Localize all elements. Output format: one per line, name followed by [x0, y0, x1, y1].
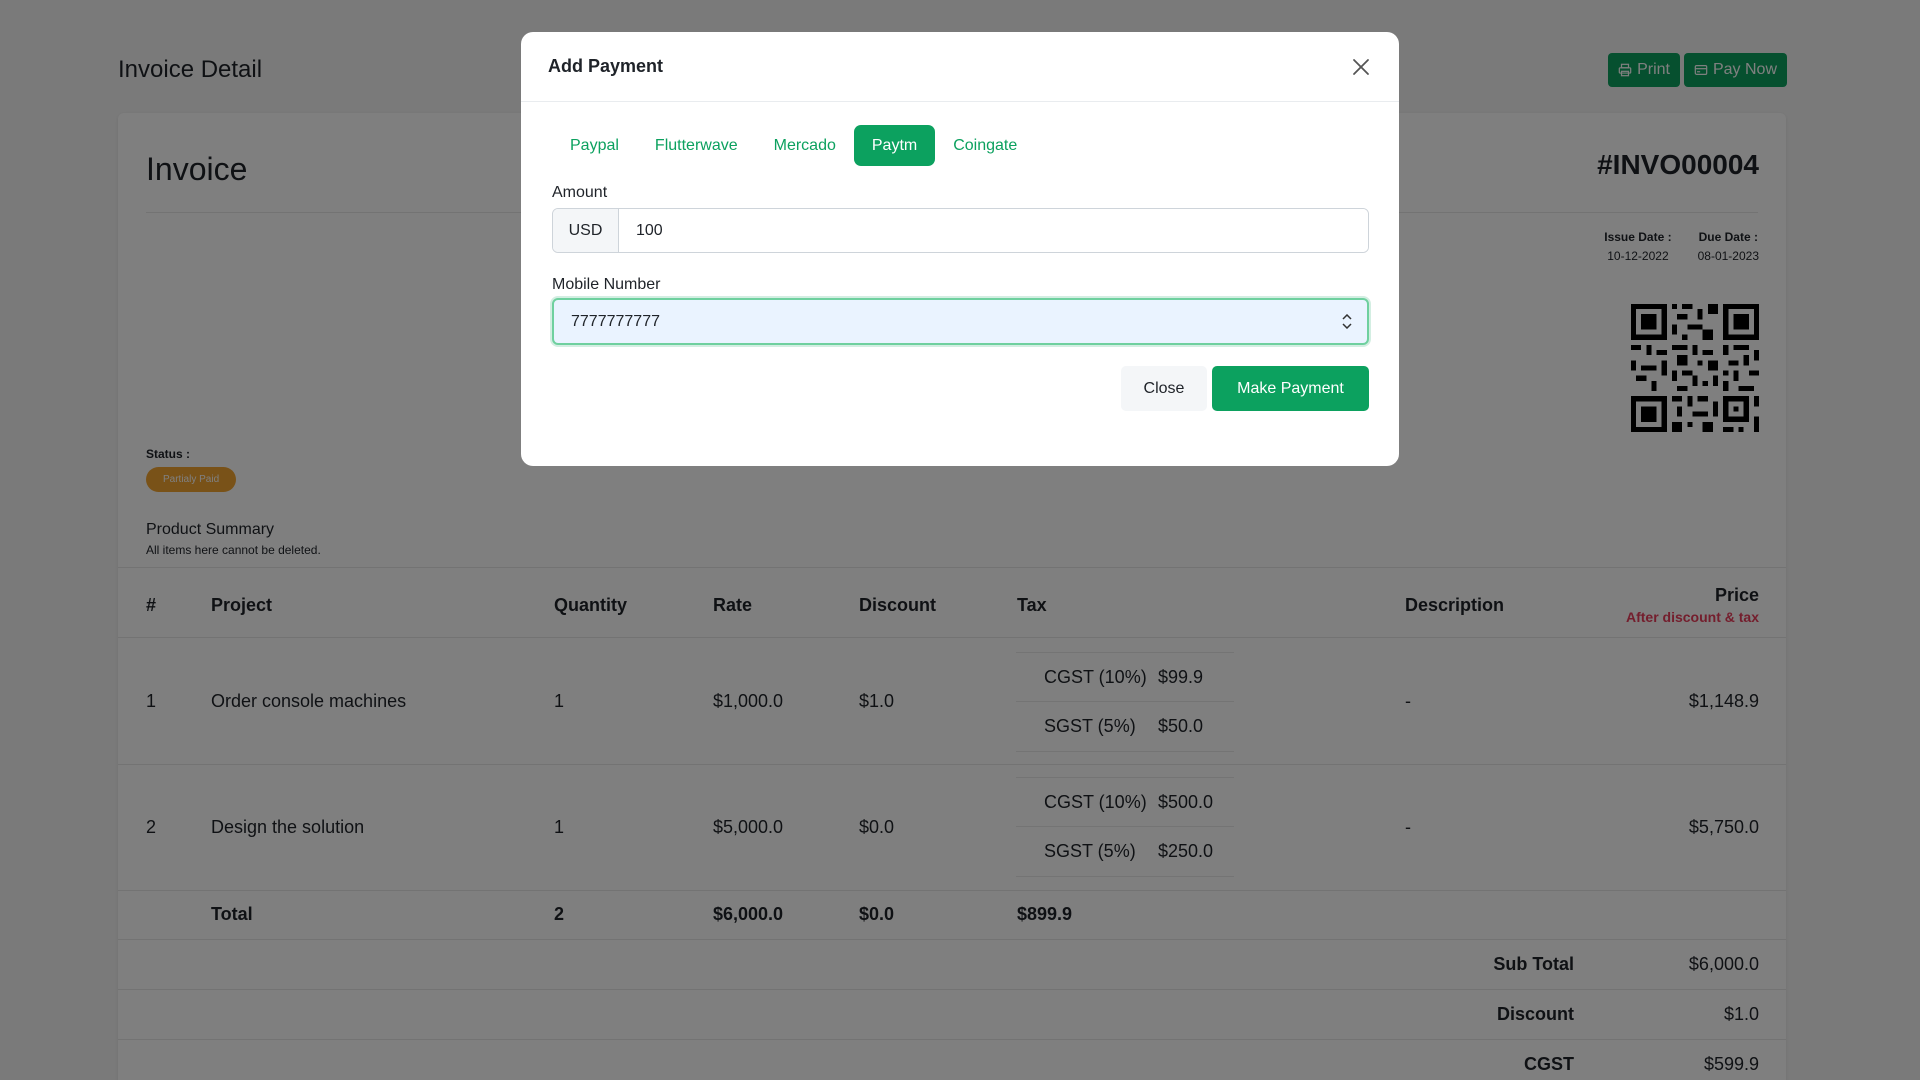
modal-title: Add Payment — [548, 56, 664, 76]
close-button[interactable]: Close — [1121, 366, 1207, 411]
tab-mercado[interactable]: Mercado — [756, 125, 854, 166]
modal-header: Add Payment — [521, 32, 1399, 102]
mobile-number-input[interactable] — [554, 300, 1341, 343]
chevron-up-icon[interactable] — [1342, 314, 1352, 320]
close-icon[interactable] — [1350, 56, 1372, 78]
tab-paytm[interactable]: Paytm — [853, 125, 936, 166]
currency-addon: USD — [553, 209, 619, 252]
tab-coingate[interactable]: Coingate — [935, 125, 1035, 166]
amount-input-group: USD — [552, 208, 1369, 253]
mobile-number-label: Mobile Number — [552, 276, 661, 293]
add-payment-modal: Add Payment Paypal Flutterwave Mercado P… — [521, 32, 1399, 466]
amount-input[interactable] — [619, 209, 1368, 252]
amount-label: Amount — [552, 184, 608, 201]
tab-flutterwave[interactable]: Flutterwave — [637, 125, 756, 166]
number-spinner[interactable] — [1341, 314, 1367, 329]
mobile-number-field — [552, 298, 1369, 345]
payment-method-tabs: Paypal Flutterwave Mercado Paytm Coingat… — [552, 125, 1035, 166]
chevron-down-icon[interactable] — [1342, 323, 1352, 329]
tab-paypal[interactable]: Paypal — [552, 125, 637, 166]
make-payment-button[interactable]: Make Payment — [1212, 366, 1369, 411]
